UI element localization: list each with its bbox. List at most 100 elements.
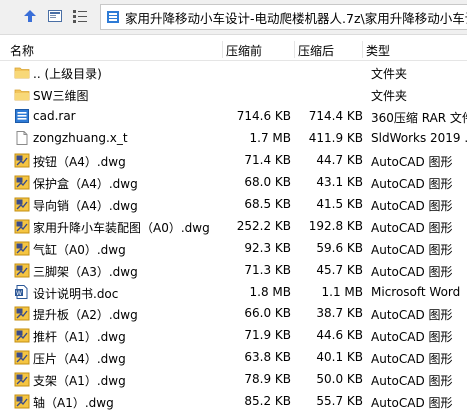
list-item[interactable]: SW三维图 文件夹 — [0, 84, 467, 105]
file-size: 71.3 KB — [244, 262, 291, 277]
column-divider[interactable] — [222, 41, 223, 58]
toolbar: 家用升降移动小车设计-电动爬楼机器人.7z\家用升降移动小车设计 — [0, 0, 467, 35]
file-type: AutoCAD 图形 — [371, 396, 453, 411]
file-name: 提升板（A2）.dwg — [33, 308, 138, 323]
dwg-icon — [14, 240, 30, 256]
file-type: AutoCAD 图形 — [371, 264, 453, 279]
column-size[interactable]: 压缩前 — [226, 42, 262, 59]
file-name: 推杆（A1）.dwg — [33, 330, 126, 345]
dwg-icon — [14, 393, 30, 409]
file-type: AutoCAD 图形 — [371, 352, 453, 367]
file-size: 71.4 KB — [244, 152, 291, 167]
file-name: 气缸（A0）.dwg — [33, 242, 126, 257]
column-divider[interactable] — [294, 41, 295, 58]
doc-icon: W — [14, 284, 30, 300]
dwg-icon — [14, 327, 30, 343]
folder-icon — [14, 86, 30, 102]
dwg-icon — [14, 262, 30, 278]
file-name: 家用升降小车装配图（A0）.dwg — [33, 220, 210, 235]
file-size: 63.8 KB — [244, 350, 291, 365]
file-size: 71.9 KB — [244, 328, 291, 343]
dwg-icon — [14, 349, 30, 365]
file-size: 1.7 MB — [249, 130, 291, 145]
file-packed-size: 59.6 KB — [316, 240, 363, 255]
column-header: 名称 压缩前 压缩后 类型 — [0, 39, 467, 61]
file-packed-size: 38.7 KB — [316, 306, 363, 321]
file-name: zongzhuang.x_t — [33, 130, 128, 145]
folder-icon — [14, 64, 30, 80]
file-size: 92.3 KB — [244, 240, 291, 255]
dwg-icon — [14, 152, 30, 168]
file-packed-size: 411.9 KB — [308, 130, 363, 145]
file-type: AutoCAD 图形 — [371, 308, 453, 323]
file-size: 68.0 KB — [244, 174, 291, 189]
blank-file-icon — [14, 130, 30, 146]
file-name: 三脚架（A3）.dwg — [33, 264, 138, 279]
list-item[interactable]: cad.rar 714.6 KB 714.4 KB 360压缩 RAR 文件 — [0, 106, 467, 127]
view-icon[interactable] — [45, 6, 65, 26]
svg-text:W: W — [16, 290, 22, 297]
list-item[interactable]: 轴（A1）.dwg 85.2 KB 55.7 KB AutoCAD 图形 — [0, 391, 467, 412]
list-item[interactable]: .. (上级目录) 文件夹 — [0, 62, 467, 83]
file-packed-size: 45.7 KB — [316, 262, 363, 277]
file-name: .. (上级目录) — [33, 67, 102, 81]
file-size: 66.0 KB — [244, 306, 291, 321]
file-packed-size: 714.4 KB — [308, 108, 363, 123]
dwg-icon — [14, 196, 30, 212]
column-packed[interactable]: 压缩后 — [298, 42, 334, 59]
list-view-icon[interactable] — [70, 6, 90, 26]
file-type: AutoCAD 图形 — [371, 154, 453, 169]
column-name[interactable]: 名称 — [10, 42, 34, 59]
list-item[interactable]: zongzhuang.x_t 1.7 MB 411.9 KB SldWorks 201… — [0, 128, 467, 149]
list-item[interactable]: 推杆（A1）.dwg 71.9 KB 44.6 KB AutoCAD 图形 — [0, 325, 467, 346]
dwg-icon — [14, 174, 30, 190]
file-size: 714.6 KB — [236, 108, 291, 123]
file-size: 252.2 KB — [236, 218, 291, 233]
list-item[interactable]: 导向销（A4）.dwg 68.5 KB 41.5 KB AutoCAD 图形 — [0, 194, 467, 215]
list-item[interactable]: 保护盒（A4）.dwg 68.0 KB 43.1 KB AutoCAD 图形 — [0, 172, 467, 193]
dwg-icon — [14, 371, 30, 387]
file-packed-size: 44.6 KB — [316, 328, 363, 343]
file-type: 360压缩 RAR 文件 — [371, 110, 467, 125]
dwg-icon — [14, 218, 30, 234]
file-packed-size: 43.1 KB — [316, 174, 363, 189]
file-name: 压片（A4）.dwg — [33, 352, 126, 367]
file-name: 按钮（A4）.dwg — [33, 154, 126, 169]
file-type: AutoCAD 图形 — [371, 198, 453, 213]
file-type: AutoCAD 图形 — [371, 176, 453, 191]
list-item[interactable]: W 设计说明书.doc 1.8 MB 1.1 MB Microsoft Word — [0, 282, 467, 303]
column-divider[interactable] — [362, 41, 363, 58]
list-item[interactable]: 气缸（A0）.dwg 92.3 KB 59.6 KB AutoCAD 图形 — [0, 238, 467, 259]
file-size: 85.2 KB — [244, 394, 291, 409]
file-type: AutoCAD 图形 — [371, 242, 453, 257]
file-packed-size: 55.7 KB — [316, 394, 363, 409]
dwg-icon — [14, 305, 30, 321]
list-item[interactable]: 提升板（A2）.dwg 66.0 KB 38.7 KB AutoCAD 图形 — [0, 303, 467, 324]
list-item[interactable]: 按钮（A4）.dwg 71.4 KB 44.7 KB AutoCAD 图形 — [0, 150, 467, 171]
file-packed-size: 50.0 KB — [316, 372, 363, 387]
up-arrow-icon[interactable] — [20, 6, 40, 26]
file-size: 68.5 KB — [244, 196, 291, 211]
file-type: AutoCAD 图形 — [371, 330, 453, 345]
file-type: AutoCAD 图形 — [371, 374, 453, 389]
list-item[interactable]: 支架（A1）.dwg 78.9 KB 50.0 KB AutoCAD 图形 — [0, 369, 467, 390]
address-bar[interactable]: 家用升降移动小车设计-电动爬楼机器人.7z\家用升降移动小车设计 — [100, 4, 467, 30]
file-name: 导向销（A4）.dwg — [33, 198, 138, 213]
list-item[interactable]: 压片（A4）.dwg 63.8 KB 40.1 KB AutoCAD 图形 — [0, 347, 467, 368]
file-packed-size: 192.8 KB — [308, 218, 363, 233]
file-packed-size: 1.1 MB — [321, 284, 363, 299]
file-size: 1.8 MB — [249, 284, 291, 299]
list-item[interactable]: 三脚架（A3）.dwg 71.3 KB 45.7 KB AutoCAD 图形 — [0, 260, 467, 281]
file-type: SldWorks 2019 . — [371, 130, 467, 145]
file-name: 支架（A1）.dwg — [33, 374, 126, 389]
list-item[interactable]: 家用升降小车装配图（A0）.dwg 252.2 KB 192.8 KB AutoCAD… — [0, 216, 467, 237]
archive-icon — [105, 9, 121, 25]
file-name: 轴（A1）.dwg — [33, 396, 114, 411]
file-packed-size: 40.1 KB — [316, 350, 363, 365]
file-name: cad.rar — [33, 108, 76, 123]
file-name: SW三维图 — [33, 88, 89, 103]
address-path: 家用升降移动小车设计-电动爬楼机器人.7z\家用升降移动小车设计 — [125, 10, 467, 26]
file-packed-size: 41.5 KB — [316, 196, 363, 211]
column-type[interactable]: 类型 — [366, 42, 390, 59]
file-type: 文件夹 — [371, 67, 408, 81]
